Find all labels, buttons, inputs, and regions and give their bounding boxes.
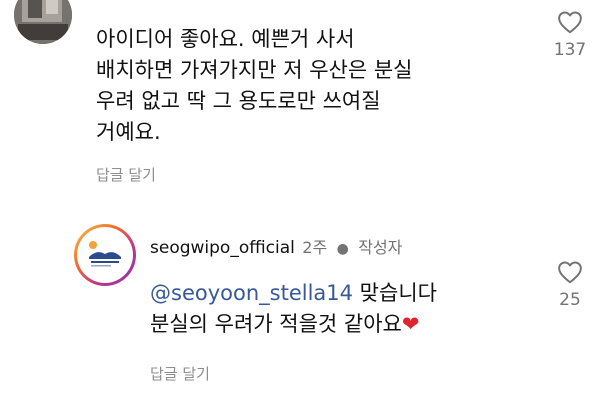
avatar-inner bbox=[77, 227, 133, 283]
comment-2: seogwipo_official 2주 ● 작성자 @seoyoon_stel… bbox=[0, 200, 600, 411]
comment-text: @seoyoon_stella14 맞습니다 분실의 우려가 적을것 같아요❤ bbox=[150, 278, 437, 340]
username-link[interactable]: seogwipo_official bbox=[150, 238, 295, 258]
comment-text: 아이디어 좋아요. 예쁜거 사서 배치하면 가져가지만 저 우산은 분실 우려 … bbox=[96, 24, 413, 148]
commenter-avatar[interactable] bbox=[14, 0, 72, 44]
comment-text-rest: 맞습니다 bbox=[353, 281, 437, 305]
reply-button[interactable]: 답글 달기 bbox=[96, 164, 156, 185]
comment-meta: seogwipo_official 2주 ● 작성자 bbox=[150, 234, 402, 258]
avatar-photo bbox=[14, 0, 72, 44]
mention-link[interactable]: @seoyoon_stella14 bbox=[150, 281, 353, 305]
seogwipo-logo-icon bbox=[89, 241, 121, 267]
author-badge: 작성자 bbox=[358, 238, 403, 257]
comment-1: 아이디어 좋아요. 예쁜거 사서 배치하면 가져가지만 저 우산은 분실 우려 … bbox=[0, 0, 600, 200]
like-control: 137 bbox=[548, 10, 592, 60]
comment-line: 배치하면 가져가지만 저 우산은 분실 bbox=[96, 58, 413, 82]
comment-line: 거예요. bbox=[96, 120, 161, 144]
comment-line: @seoyoon_stella14 맞습니다 bbox=[150, 278, 437, 309]
separator-dot: ● bbox=[336, 241, 349, 257]
like-control: 25 bbox=[548, 260, 592, 310]
comment-line: 분실의 우려가 적을것 같아요❤ bbox=[150, 309, 437, 340]
heart-emoji: ❤ bbox=[401, 312, 420, 336]
comment-line: 아이디어 좋아요. 예쁜거 사서 bbox=[96, 27, 355, 51]
heart-outline-icon[interactable] bbox=[548, 10, 592, 34]
comment-line: 우려 없고 딱 그 용도로만 쓰여질 bbox=[96, 89, 381, 113]
official-avatar[interactable] bbox=[74, 224, 136, 286]
like-count: 137 bbox=[553, 40, 587, 60]
comment-text-line2: 분실의 우려가 적을것 같아요 bbox=[150, 312, 402, 336]
heart-outline-icon[interactable] bbox=[548, 260, 592, 284]
timestamp: 2주 bbox=[302, 238, 328, 257]
reply-button[interactable]: 답글 달기 bbox=[150, 363, 210, 384]
like-count: 25 bbox=[559, 290, 581, 310]
